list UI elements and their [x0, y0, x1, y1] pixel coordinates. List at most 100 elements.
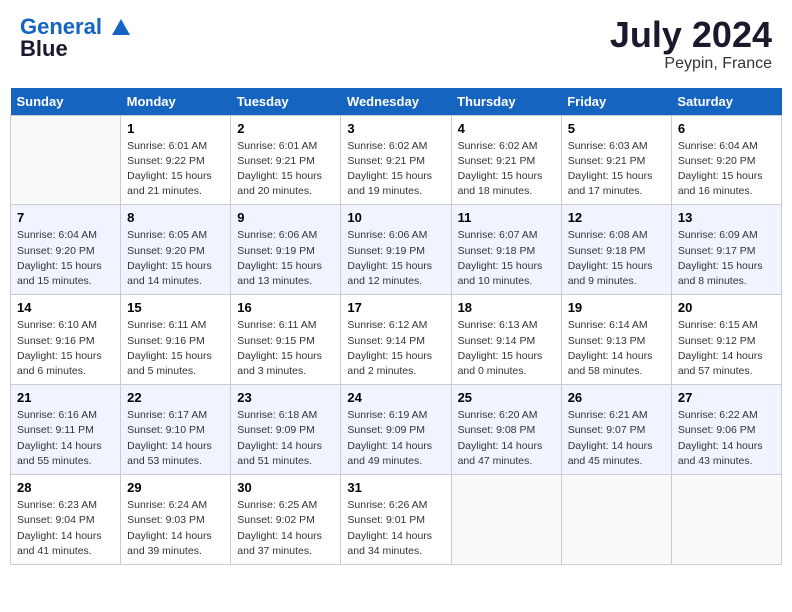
calendar-day-cell: 6 Sunrise: 6:04 AMSunset: 9:20 PMDaylight…	[671, 115, 781, 205]
calendar-day-cell: 23Sunrise: 6:18 AMSunset: 9:09 PMDayligh…	[231, 385, 341, 475]
daylight-label: Daylight: 14 hours and 55 minutes.	[17, 440, 102, 467]
day-info: Sunrise: 6:05 AMSunset: 9:20 PMDaylight:…	[127, 228, 224, 289]
day-number: 22	[127, 390, 224, 405]
sunrise-label: Sunrise: 6:19 AM	[347, 409, 427, 421]
sunset-label: Sunset: 9:07 PM	[568, 424, 646, 436]
sunrise-label: Sunrise: 6:13 AM	[458, 319, 538, 331]
sunset-label: Sunset: 9:09 PM	[347, 424, 425, 436]
calendar-day-cell: 1 Sunrise: 6:01 AMSunset: 9:22 PMDaylight…	[121, 115, 231, 205]
daylight-label: Daylight: 15 hours and 12 minutes.	[347, 260, 432, 287]
day-info: Sunrise: 6:22 AMSunset: 9:06 PMDaylight:…	[678, 408, 775, 469]
column-header-monday: Monday	[121, 88, 231, 116]
calendar-day-cell: 4 Sunrise: 6:02 AMSunset: 9:21 PMDaylight…	[451, 115, 561, 205]
calendar-week-row: 7 Sunrise: 6:04 AMSunset: 9:20 PMDaylight…	[11, 205, 782, 295]
day-number: 6	[678, 121, 775, 136]
sunset-label: Sunset: 9:17 PM	[678, 245, 756, 257]
day-number: 17	[347, 300, 444, 315]
calendar-week-row: 14Sunrise: 6:10 AMSunset: 9:16 PMDayligh…	[11, 295, 782, 385]
calendar-day-cell: 25Sunrise: 6:20 AMSunset: 9:08 PMDayligh…	[451, 385, 561, 475]
sunrise-label: Sunrise: 6:02 AM	[458, 140, 538, 152]
day-info: Sunrise: 6:23 AMSunset: 9:04 PMDaylight:…	[17, 498, 114, 559]
calendar-day-cell: 24Sunrise: 6:19 AMSunset: 9:09 PMDayligh…	[341, 385, 451, 475]
sunrise-label: Sunrise: 6:17 AM	[127, 409, 207, 421]
day-info: Sunrise: 6:04 AMSunset: 9:20 PMDaylight:…	[17, 228, 114, 289]
sunrise-label: Sunrise: 6:04 AM	[678, 140, 758, 152]
calendar-day-cell: 15Sunrise: 6:11 AMSunset: 9:16 PMDayligh…	[121, 295, 231, 385]
day-number: 15	[127, 300, 224, 315]
calendar-day-cell: 18Sunrise: 6:13 AMSunset: 9:14 PMDayligh…	[451, 295, 561, 385]
day-number: 3	[347, 121, 444, 136]
calendar-day-cell: 13Sunrise: 6:09 AMSunset: 9:17 PMDayligh…	[671, 205, 781, 295]
daylight-label: Daylight: 14 hours and 37 minutes.	[237, 530, 322, 557]
column-header-sunday: Sunday	[11, 88, 121, 116]
calendar-day-cell: 16Sunrise: 6:11 AMSunset: 9:15 PMDayligh…	[231, 295, 341, 385]
location-subtitle: Peypin, France	[610, 55, 772, 73]
day-info: Sunrise: 6:03 AMSunset: 9:21 PMDaylight:…	[568, 139, 665, 200]
day-info: Sunrise: 6:02 AMSunset: 9:21 PMDaylight:…	[458, 139, 555, 200]
sunrise-label: Sunrise: 6:26 AM	[347, 499, 427, 511]
day-number: 4	[458, 121, 555, 136]
sunset-label: Sunset: 9:22 PM	[127, 155, 205, 167]
daylight-label: Daylight: 15 hours and 0 minutes.	[458, 350, 543, 377]
day-info: Sunrise: 6:06 AMSunset: 9:19 PMDaylight:…	[347, 228, 444, 289]
day-info: Sunrise: 6:09 AMSunset: 9:17 PMDaylight:…	[678, 228, 775, 289]
sunset-label: Sunset: 9:14 PM	[458, 335, 536, 347]
day-number: 31	[347, 480, 444, 495]
day-info: Sunrise: 6:04 AMSunset: 9:20 PMDaylight:…	[678, 139, 775, 200]
day-info: Sunrise: 6:16 AMSunset: 9:11 PMDaylight:…	[17, 408, 114, 469]
sunrise-label: Sunrise: 6:06 AM	[237, 229, 317, 241]
sunset-label: Sunset: 9:03 PM	[127, 514, 205, 526]
calendar-day-cell: 20Sunrise: 6:15 AMSunset: 9:12 PMDayligh…	[671, 295, 781, 385]
calendar-day-cell	[11, 115, 121, 205]
day-number: 1	[127, 121, 224, 136]
daylight-label: Daylight: 15 hours and 19 minutes.	[347, 170, 432, 197]
day-number: 2	[237, 121, 334, 136]
calendar-day-cell: 9Sunrise: 6:06 AMSunset: 9:19 PMDaylight…	[231, 205, 341, 295]
day-number: 21	[17, 390, 114, 405]
calendar-day-cell: 19Sunrise: 6:14 AMSunset: 9:13 PMDayligh…	[561, 295, 671, 385]
sunset-label: Sunset: 9:21 PM	[347, 155, 425, 167]
calendar-day-cell	[671, 475, 781, 565]
day-number: 10	[347, 210, 444, 225]
daylight-label: Daylight: 15 hours and 13 minutes.	[237, 260, 322, 287]
calendar-day-cell: 14Sunrise: 6:10 AMSunset: 9:16 PMDayligh…	[11, 295, 121, 385]
daylight-label: Daylight: 15 hours and 5 minutes.	[127, 350, 212, 377]
sunrise-label: Sunrise: 6:14 AM	[568, 319, 648, 331]
day-info: Sunrise: 6:08 AMSunset: 9:18 PMDaylight:…	[568, 228, 665, 289]
day-info: Sunrise: 6:18 AMSunset: 9:09 PMDaylight:…	[237, 408, 334, 469]
daylight-label: Daylight: 15 hours and 10 minutes.	[458, 260, 543, 287]
day-info: Sunrise: 6:17 AMSunset: 9:10 PMDaylight:…	[127, 408, 224, 469]
day-number: 11	[458, 210, 555, 225]
day-number: 13	[678, 210, 775, 225]
sunset-label: Sunset: 9:10 PM	[127, 424, 205, 436]
daylight-label: Daylight: 14 hours and 45 minutes.	[568, 440, 653, 467]
sunset-label: Sunset: 9:21 PM	[568, 155, 646, 167]
month-year-title: July 2024	[610, 15, 772, 55]
calendar-day-cell: 22Sunrise: 6:17 AMSunset: 9:10 PMDayligh…	[121, 385, 231, 475]
day-number: 26	[568, 390, 665, 405]
sunrise-label: Sunrise: 6:12 AM	[347, 319, 427, 331]
daylight-label: Daylight: 14 hours and 41 minutes.	[17, 530, 102, 557]
day-number: 7	[17, 210, 114, 225]
sunrise-label: Sunrise: 6:15 AM	[678, 319, 758, 331]
sunrise-label: Sunrise: 6:18 AM	[237, 409, 317, 421]
title-block: July 2024 Peypin, France	[610, 15, 772, 73]
sunset-label: Sunset: 9:01 PM	[347, 514, 425, 526]
daylight-label: Daylight: 14 hours and 43 minutes.	[678, 440, 763, 467]
calendar-day-cell: 8Sunrise: 6:05 AMSunset: 9:20 PMDaylight…	[121, 205, 231, 295]
sunrise-label: Sunrise: 6:04 AM	[17, 229, 97, 241]
day-number: 14	[17, 300, 114, 315]
sunset-label: Sunset: 9:09 PM	[237, 424, 315, 436]
column-header-thursday: Thursday	[451, 88, 561, 116]
logo-icon	[110, 17, 132, 39]
sunset-label: Sunset: 9:15 PM	[237, 335, 315, 347]
sunrise-label: Sunrise: 6:01 AM	[237, 140, 317, 152]
sunrise-label: Sunrise: 6:09 AM	[678, 229, 758, 241]
daylight-label: Daylight: 15 hours and 16 minutes.	[678, 170, 763, 197]
calendar-day-cell: 17Sunrise: 6:12 AMSunset: 9:14 PMDayligh…	[341, 295, 451, 385]
calendar-day-cell: 7 Sunrise: 6:04 AMSunset: 9:20 PMDaylight…	[11, 205, 121, 295]
daylight-label: Daylight: 14 hours and 34 minutes.	[347, 530, 432, 557]
calendar-day-cell: 26Sunrise: 6:21 AMSunset: 9:07 PMDayligh…	[561, 385, 671, 475]
daylight-label: Daylight: 14 hours and 47 minutes.	[458, 440, 543, 467]
day-info: Sunrise: 6:01 AMSunset: 9:22 PMDaylight:…	[127, 139, 224, 200]
